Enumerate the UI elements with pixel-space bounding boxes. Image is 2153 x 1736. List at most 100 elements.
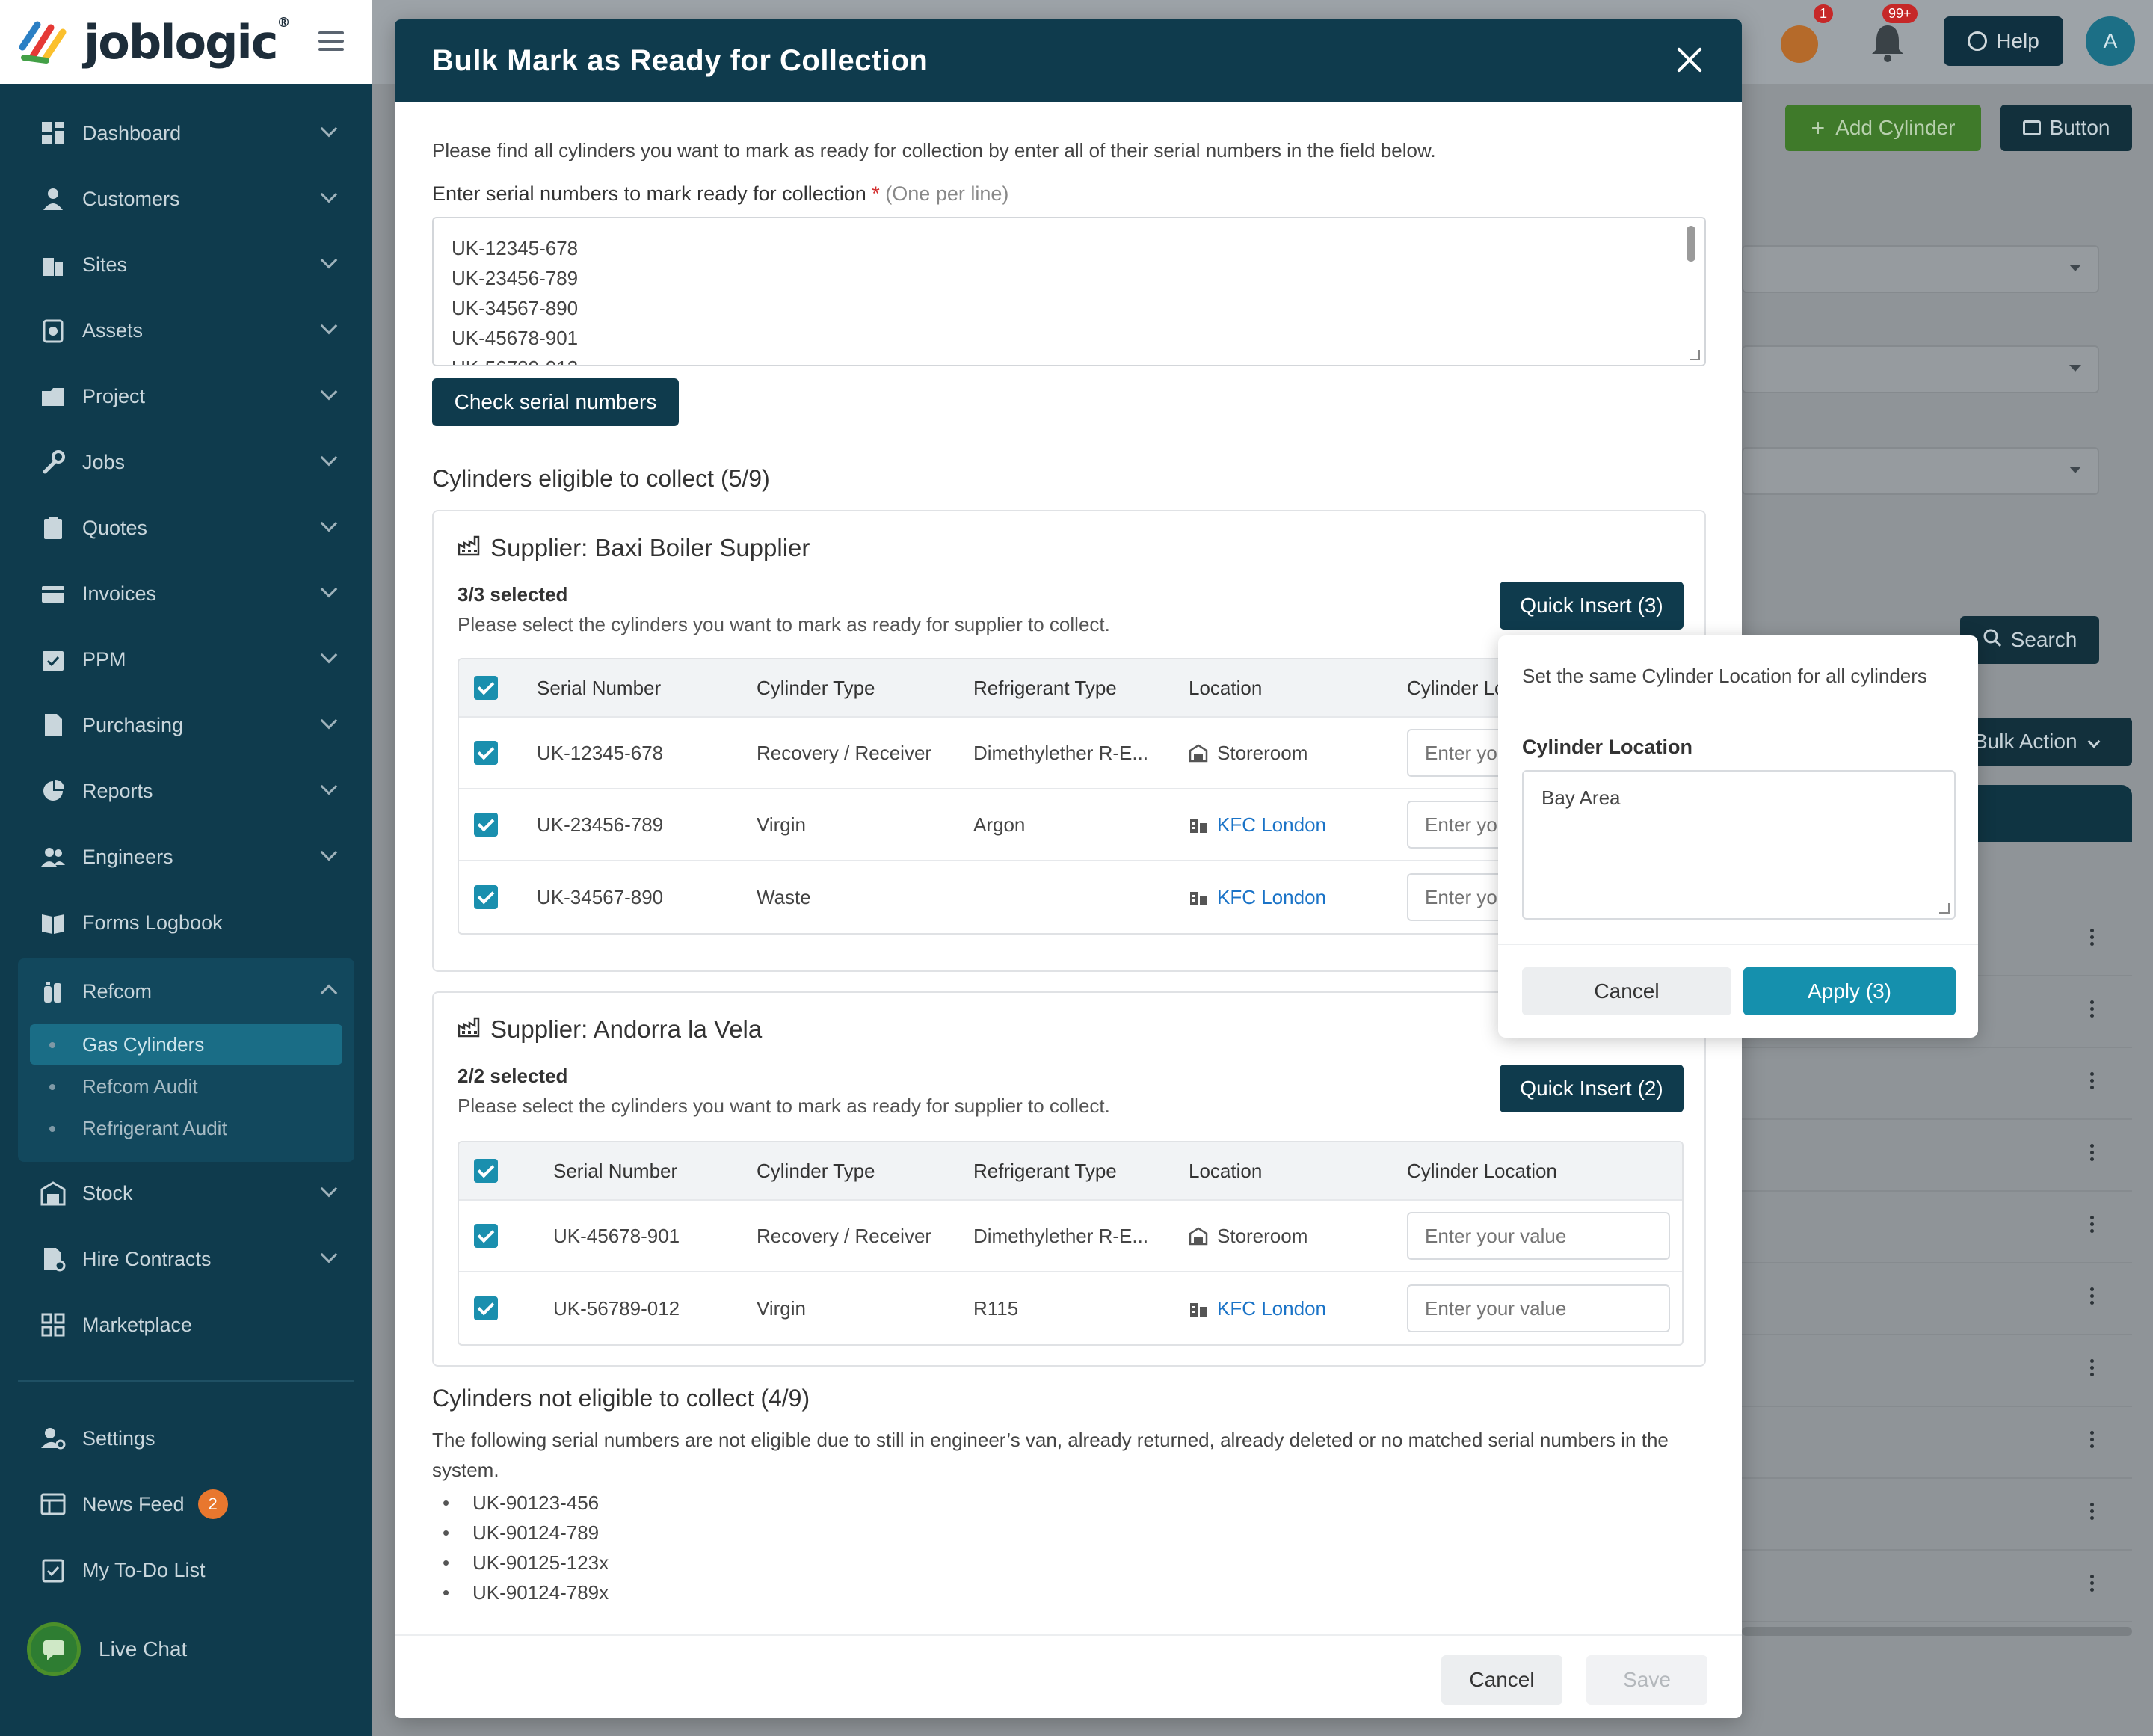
- sidebar-sub-gas-cylinders[interactable]: Gas Cylinders: [30, 1024, 342, 1065]
- select-all-checkbox[interactable]: [474, 1159, 498, 1183]
- sidebar-item-reports[interactable]: Reports: [0, 758, 372, 824]
- sidebar-item-refcom[interactable]: Refcom: [0, 958, 372, 1024]
- sidebar-item-customers[interactable]: Customers: [0, 166, 372, 232]
- close-icon[interactable]: [1676, 46, 1703, 73]
- resize-handle[interactable]: [1690, 350, 1700, 360]
- sidebar-item-label: Customers: [82, 187, 180, 210]
- cylinder-location-textarea[interactable]: Bay Area: [1522, 770, 1956, 920]
- kebab-menu-icon[interactable]: [2090, 1287, 2095, 1308]
- row-checkbox[interactable]: [474, 1296, 498, 1320]
- sidebar-item-sites[interactable]: Sites: [0, 232, 372, 298]
- export-button[interactable]: Button: [2000, 105, 2132, 151]
- kebab-menu-icon[interactable]: [2090, 1503, 2095, 1523]
- export-icon: [2022, 120, 2041, 135]
- chevron-down-icon: [320, 712, 338, 730]
- resize-handle[interactable]: [1939, 903, 1950, 914]
- filter-select[interactable]: [1742, 447, 2099, 495]
- row-checkbox[interactable]: [474, 1224, 498, 1248]
- sidebar-item-invoices[interactable]: Invoices: [0, 561, 372, 627]
- sidebar-item-forms-logbook[interactable]: Forms Logbook: [0, 890, 372, 955]
- textarea-scrollbar[interactable]: [1687, 226, 1695, 262]
- location-link[interactable]: KFC London: [1217, 813, 1326, 837]
- avatar[interactable]: A: [2086, 16, 2135, 66]
- kebab-menu-icon[interactable]: [2090, 1000, 2095, 1021]
- row-checkbox[interactable]: [474, 741, 498, 765]
- sidebar-nav: Dashboard Customers Sites Assets Project…: [0, 100, 372, 955]
- cylinder-location-input[interactable]: [1407, 1212, 1670, 1260]
- kebab-menu-icon[interactable]: [2090, 929, 2095, 949]
- kebab-menu-icon[interactable]: [2090, 1431, 2095, 1451]
- row-checkbox[interactable]: [474, 813, 498, 837]
- table-row: UK-45678-901 Recovery / Receiver Dimethy…: [459, 1201, 1682, 1272]
- row-checkbox[interactable]: [474, 885, 498, 909]
- sidebar-item-project[interactable]: Project: [0, 363, 372, 429]
- live-chat-button[interactable]: Live Chat: [27, 1622, 187, 1676]
- kebab-menu-icon[interactable]: [2090, 1359, 2095, 1379]
- horizontal-scrollbar[interactable]: [1742, 1627, 2132, 1636]
- people-icon: [40, 844, 66, 869]
- sidebar-item-purchasing[interactable]: Purchasing: [0, 692, 372, 758]
- filter-select[interactable]: [1742, 345, 2099, 393]
- chevron-down-icon: [320, 646, 338, 664]
- kebab-menu-icon[interactable]: [2090, 1072, 2095, 1092]
- table-header-row: Serial Number Cylinder Type Refrigerant …: [459, 1142, 1682, 1201]
- sidebar-item-label: Assets: [82, 318, 144, 342]
- sidebar-item-marketplace[interactable]: Marketplace: [0, 1292, 372, 1358]
- cylinder-location-input[interactable]: [1407, 1284, 1670, 1332]
- clipboard-icon: [40, 515, 66, 541]
- sidebar-item-dashboard[interactable]: Dashboard: [0, 100, 372, 166]
- help-button[interactable]: Help: [1944, 16, 2063, 66]
- location-cell[interactable]: KFC London: [1189, 861, 1326, 933]
- popover-apply-button[interactable]: Apply (3): [1743, 967, 1956, 1015]
- bulk-action-button[interactable]: Bulk Action: [1963, 718, 2132, 766]
- building-icon: [1189, 815, 1217, 834]
- not-eligible-description: The following serial numbers are not eli…: [432, 1429, 1669, 1481]
- chevron-down-icon: [320, 449, 338, 467]
- location-cell[interactable]: KFC London: [1189, 1272, 1326, 1344]
- cylinder-table: Serial Number Cylinder Type Refrigerant …: [458, 1141, 1684, 1346]
- location-cell[interactable]: KFC London: [1189, 789, 1326, 860]
- sidebar-item-jobs[interactable]: Jobs: [0, 429, 372, 495]
- serial-line: UK-23456-789: [452, 267, 579, 289]
- sidebar-item-settings[interactable]: Settings: [0, 1406, 372, 1471]
- quick-insert-button[interactable]: Quick Insert (3): [1500, 582, 1684, 630]
- sidebar-item-ppm[interactable]: PPM: [0, 627, 372, 692]
- kebab-menu-icon[interactable]: [2090, 1216, 2095, 1236]
- sidebar-item-label: Marketplace: [82, 1313, 193, 1336]
- sidebar-item-news-feed[interactable]: News Feed 2: [0, 1471, 372, 1537]
- sidebar-item-engineers[interactable]: Engineers: [0, 824, 372, 890]
- sidebar-sub-refrigerant-audit[interactable]: Refrigerant Audit: [30, 1108, 342, 1148]
- filter-select[interactable]: [1742, 245, 2099, 293]
- building-icon: [1189, 887, 1217, 907]
- serial-numbers-textarea[interactable]: UK-12345-678 UK-23456-789 UK-34567-890 UK-4…: [432, 217, 1706, 366]
- sidebar-item-assets[interactable]: Assets: [0, 298, 372, 363]
- building-icon: [1189, 1299, 1217, 1318]
- kebab-menu-icon[interactable]: [2090, 1144, 2095, 1164]
- sidebar-item-stock[interactable]: Stock: [0, 1160, 372, 1226]
- chevron-down-icon: [320, 383, 338, 401]
- add-cylinder-button[interactable]: + Add Cylinder: [1785, 105, 1981, 151]
- sidebar-item-todo[interactable]: My To-Do List: [0, 1537, 372, 1603]
- menu-toggle-icon[interactable]: [318, 31, 344, 56]
- location-link[interactable]: KFC London: [1217, 886, 1326, 909]
- kebab-menu-icon[interactable]: [2090, 1575, 2095, 1595]
- sidebar-item-label: Invoices: [82, 582, 157, 605]
- sidebar-item-hire-contracts[interactable]: Hire Contracts: [0, 1226, 372, 1292]
- sidebar-item-label: Jobs: [82, 450, 126, 473]
- sidebar-item-quotes[interactable]: Quotes: [0, 495, 372, 561]
- cancel-button[interactable]: Cancel: [1441, 1655, 1562, 1705]
- question-icon[interactable]: [1781, 25, 1818, 63]
- check-serial-numbers-button[interactable]: Check serial numbers: [432, 378, 679, 426]
- search-button[interactable]: Search: [1960, 616, 2099, 664]
- sidebar-sub-refcom-audit[interactable]: Refcom Audit: [30, 1066, 342, 1106]
- select-all-checkbox[interactable]: [474, 676, 498, 700]
- sidebar-item-label: Engineers: [82, 845, 173, 868]
- location-link[interactable]: KFC London: [1217, 1297, 1326, 1320]
- serial-line: UK-34567-890: [452, 297, 579, 319]
- not-eligible-item: UK-90124-789x: [432, 1578, 609, 1607]
- popover-cancel-button[interactable]: Cancel: [1522, 967, 1731, 1015]
- bell-icon[interactable]: [1869, 22, 1906, 63]
- popover-divider: [1498, 944, 1978, 945]
- save-button[interactable]: Save: [1586, 1655, 1707, 1705]
- quick-insert-button[interactable]: Quick Insert (2): [1500, 1065, 1684, 1112]
